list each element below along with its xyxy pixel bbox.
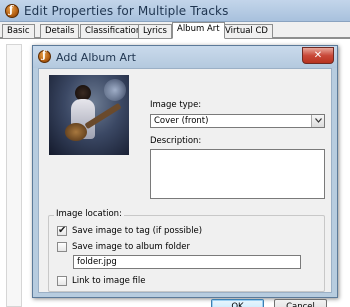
- dialog-client-area: Image type: Cover (front) Description: I…: [38, 68, 332, 307]
- tab-classification[interactable]: Classification: [80, 24, 147, 38]
- dropdown-button[interactable]: [311, 115, 324, 127]
- tab-basic[interactable]: Basic: [2, 24, 35, 38]
- edit-properties-titlebar[interactable]: ƒ Edit Properties for Multiple Tracks: [0, 0, 350, 22]
- close-button[interactable]: ✕: [302, 47, 334, 64]
- tab-album-art[interactable]: Album Art: [172, 22, 225, 39]
- ok-button[interactable]: OK: [211, 299, 264, 307]
- save-to-tag-checkbox[interactable]: ✔: [57, 225, 67, 236]
- cancel-button[interactable]: Cancel: [274, 299, 327, 307]
- mediamonkey-app-icon: ƒ: [5, 4, 19, 18]
- album-art-list-frame: [6, 44, 22, 307]
- folder-filename-value: folder.jpg: [77, 257, 117, 267]
- dialog-title: Add Album Art: [56, 51, 136, 64]
- tab-virtual-cd[interactable]: Virtual CD: [220, 24, 273, 38]
- add-album-art-dialog: ƒ Add Album Art ✕ Image type: Cover (fro…: [32, 45, 338, 307]
- add-album-art-titlebar[interactable]: ƒ Add Album Art ✕: [33, 46, 337, 68]
- tab-details[interactable]: Details: [40, 24, 80, 38]
- mediamonkey-app-icon: ƒ: [38, 50, 51, 63]
- edit-properties-title: Edit Properties for Multiple Tracks: [24, 4, 229, 18]
- image-type-label: Image type:: [150, 100, 202, 110]
- save-to-tag-label[interactable]: Save image to tag (if possible): [72, 226, 202, 236]
- save-to-folder-checkbox[interactable]: [57, 242, 67, 252]
- description-label: Description:: [150, 136, 202, 146]
- tab-lyrics[interactable]: Lyrics: [138, 24, 172, 38]
- close-icon: ✕: [313, 50, 323, 61]
- link-to-file-checkbox[interactable]: [57, 276, 67, 286]
- description-field[interactable]: [150, 149, 325, 199]
- image-location-label: Image location:: [54, 209, 124, 219]
- checkmark-icon: ✔: [58, 225, 67, 236]
- image-type-dropdown[interactable]: Cover (front): [150, 114, 325, 128]
- folder-filename-input[interactable]: folder.jpg: [73, 255, 301, 269]
- chevron-down-icon: [315, 118, 322, 123]
- save-to-folder-label[interactable]: Save image to album folder: [72, 242, 190, 252]
- properties-tab-bar: Basic Details Classification Lyrics Albu…: [0, 22, 350, 39]
- link-to-file-label[interactable]: Link to image file: [72, 276, 145, 286]
- image-type-value: Cover (front): [154, 116, 209, 126]
- album-art-thumbnail: [49, 75, 129, 155]
